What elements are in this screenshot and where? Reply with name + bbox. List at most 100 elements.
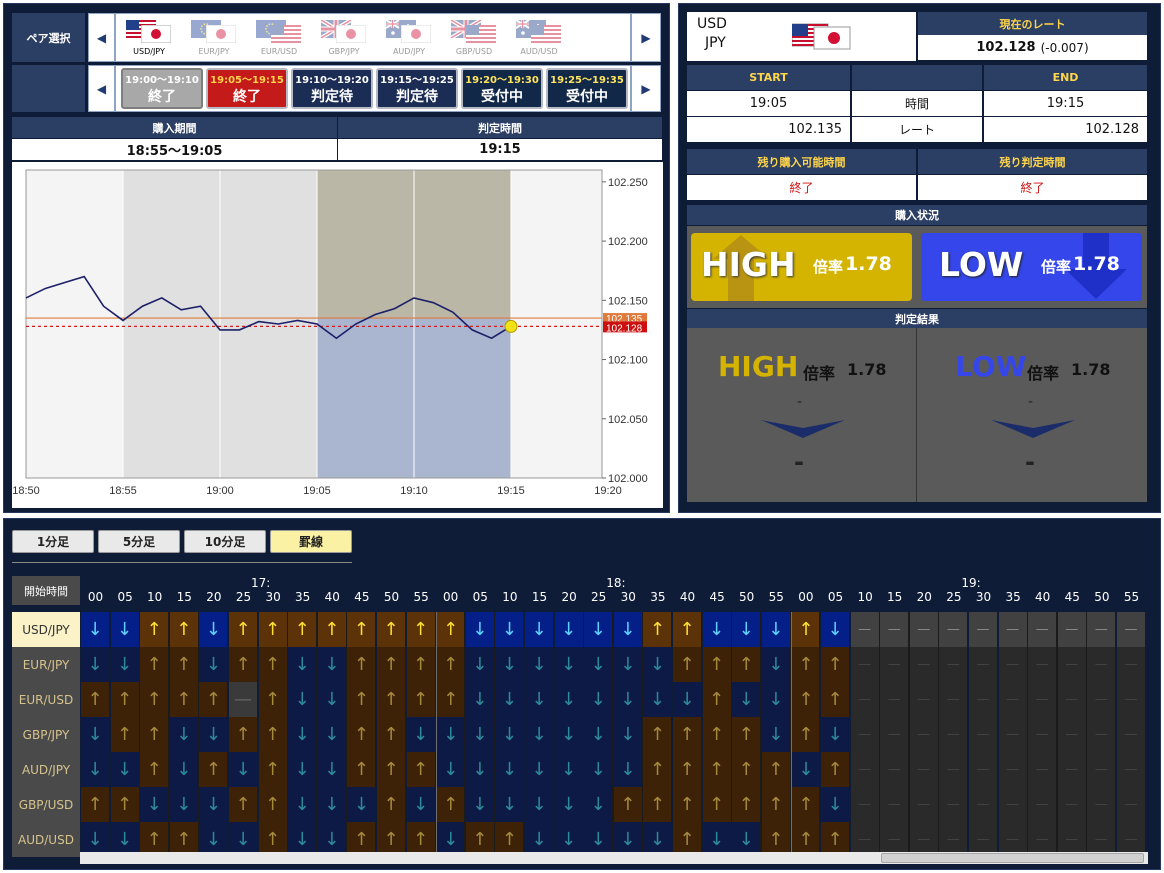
row-label-aud-usd[interactable]: AUD/USD xyxy=(12,822,80,857)
slot-next-button[interactable]: ▶ xyxy=(631,65,661,112)
pair-prev-button[interactable]: ◀ xyxy=(88,13,115,62)
eu-us-flag-icon xyxy=(256,20,302,46)
pair-eur-usd[interactable]: EUR/USD xyxy=(248,14,310,62)
down-arrow-icon: ↓ xyxy=(406,717,436,752)
tab-ruled-lines[interactable]: 罫線 xyxy=(270,530,352,553)
remaining-judge-label: 残り判定時間 xyxy=(918,149,1147,174)
empty-cell: — xyxy=(1087,682,1117,717)
minute-tick: 45 xyxy=(709,590,725,604)
row-label-aud-jpy[interactable]: AUD/JPY xyxy=(12,752,80,787)
down-arrow-icon: ↓ xyxy=(584,752,614,787)
down-arrow-icon: ↓ xyxy=(495,717,525,752)
down-arrow-icon: ↓ xyxy=(584,682,614,717)
base-currency: USD xyxy=(697,16,727,32)
up-arrow-icon: ↑ xyxy=(110,717,140,752)
triangle-right-icon: ▶ xyxy=(641,30,651,45)
empty-cell: — xyxy=(1057,647,1087,682)
pair-aud-jpy[interactable]: AUD/JPY xyxy=(378,14,440,62)
row-label-eur-jpy[interactable]: EUR/JPY xyxy=(12,647,80,682)
pair-usd-jpy[interactable]: USD/JPY xyxy=(118,14,180,62)
empty-cell: — xyxy=(1057,717,1087,752)
low-payout-label: 倍率 xyxy=(1041,258,1072,276)
minute-tick: 10 xyxy=(147,590,163,604)
result-high-dash: - xyxy=(797,394,803,410)
empty-cell: — xyxy=(939,682,969,717)
down-arrow-icon: ↓ xyxy=(140,787,170,822)
eu-jp-flag-icon xyxy=(191,20,237,46)
row-label-usd-jpy[interactable]: USD/JPY xyxy=(12,612,80,647)
down-arrow-icon: ↓ xyxy=(465,717,495,752)
scrollbar-thumb[interactable] xyxy=(881,853,1144,863)
pair-label: GBP/JPY xyxy=(328,47,360,56)
down-arrow-icon: ↓ xyxy=(317,752,347,787)
start-rate: 102.135 xyxy=(687,117,850,142)
empty-cell: — xyxy=(1028,647,1058,682)
up-arrow-icon: ↑ xyxy=(643,787,673,822)
pair-aud-usd[interactable]: AUD/USD xyxy=(508,14,570,62)
empty-cell: — xyxy=(850,787,880,822)
low-button[interactable]: LOW 倍率 1.78 xyxy=(921,233,1142,301)
down-arrow-icon: ↓ xyxy=(110,647,140,682)
row-label-gbp-jpy[interactable]: GBP/JPY xyxy=(12,717,80,752)
x-tick-label: 19:10 xyxy=(400,485,428,497)
up-arrow-icon: ↑ xyxy=(258,752,288,787)
pair-label: GBP/USD xyxy=(455,47,493,56)
down-arrow-icon: ↓ xyxy=(81,612,110,647)
pair-next-button[interactable]: ▶ xyxy=(631,13,661,62)
tab-1min[interactable]: 1分足 xyxy=(12,530,94,553)
x-tick-label: 18:55 xyxy=(109,485,137,497)
down-arrow-icon: ↓ xyxy=(465,682,495,717)
down-arrow-icon: ↓ xyxy=(584,717,614,752)
time-slot-6[interactable]: 19:25〜19:35 受付中 xyxy=(546,68,628,109)
down-arrow-icon: ↓ xyxy=(525,612,554,647)
time-slot-3[interactable]: 19:10〜19:20 判定待 xyxy=(291,68,373,109)
down-arrow-icon: ↓ xyxy=(199,787,229,822)
time-slot-5[interactable]: 19:20〜19:30 受付中 xyxy=(461,68,543,109)
pair-gbp-usd[interactable]: GBP/USD xyxy=(443,14,505,62)
tab-10min[interactable]: 10分足 xyxy=(184,530,266,553)
end-label: END xyxy=(984,65,1147,90)
empty-cell: — xyxy=(939,717,969,752)
down-arrow-icon: ↓ xyxy=(406,787,436,822)
pair-eur-jpy[interactable]: EUR/JPY xyxy=(183,14,245,62)
result-low-payout-label: 倍率 xyxy=(1027,364,1060,383)
down-arrow-icon: ↓ xyxy=(110,752,140,787)
minute-tick: 30 xyxy=(265,590,281,604)
x-tick-label: 18:50 xyxy=(12,485,40,497)
down-arrow-icon: ↓ xyxy=(525,787,554,822)
time-slot-4[interactable]: 19:15〜19:25 判定待 xyxy=(376,68,458,109)
slot-prev-button[interactable]: ◀ xyxy=(88,65,115,112)
end-time: 19:15 xyxy=(984,91,1147,116)
up-arrow-icon: ↑ xyxy=(347,612,377,647)
time-slot-2[interactable]: 19:05〜19:15 終了 xyxy=(206,68,288,109)
tab-5min[interactable]: 5分足 xyxy=(98,530,180,553)
empty-cell: — xyxy=(1117,752,1146,787)
down-arrow-icon: ↓ xyxy=(761,612,791,647)
down-arrow-icon: ↓ xyxy=(554,612,584,647)
x-tick-label: 19:15 xyxy=(497,485,525,497)
pair-gbp-jpy[interactable]: GBP/JPY xyxy=(313,14,375,62)
down-arrow-icon: ↓ xyxy=(732,682,762,717)
empty-cell: — xyxy=(998,682,1028,717)
horizontal-scrollbar[interactable] xyxy=(80,852,1148,864)
up-arrow-icon: ↑ xyxy=(377,752,406,787)
up-arrow-icon: ↑ xyxy=(406,612,436,647)
high-button[interactable]: HIGH 倍率 1.78 xyxy=(691,233,912,301)
minute-tick: 15 xyxy=(887,590,903,604)
down-arrow-icon: ↓ xyxy=(821,717,850,752)
up-arrow-icon: ↑ xyxy=(791,682,821,717)
down-arrow-icon: ↓ xyxy=(525,682,554,717)
low-label: LOW xyxy=(939,245,1024,284)
pair-selector: USD/JPY EUR/JPY EUR/USD GBP/JPY AUD/JPY GBP/U… xyxy=(115,13,631,62)
minute-tick: 15 xyxy=(176,590,192,604)
row-label-eur-usd[interactable]: EUR/USD xyxy=(12,682,80,717)
minute-tick: 25 xyxy=(591,590,607,604)
time-slot-1[interactable]: 19:00〜19:10 終了 xyxy=(121,68,203,109)
row-label-gbp-usd[interactable]: GBP/USD xyxy=(12,787,80,822)
down-arrow-icon: ↓ xyxy=(436,717,466,752)
minute-tick: 25 xyxy=(946,590,962,604)
start-label: START xyxy=(687,65,850,90)
triangle-right-icon: ▶ xyxy=(641,81,651,96)
down-arrow-icon: ↓ xyxy=(643,647,673,682)
rate-change: (-0.007) xyxy=(1040,40,1089,55)
